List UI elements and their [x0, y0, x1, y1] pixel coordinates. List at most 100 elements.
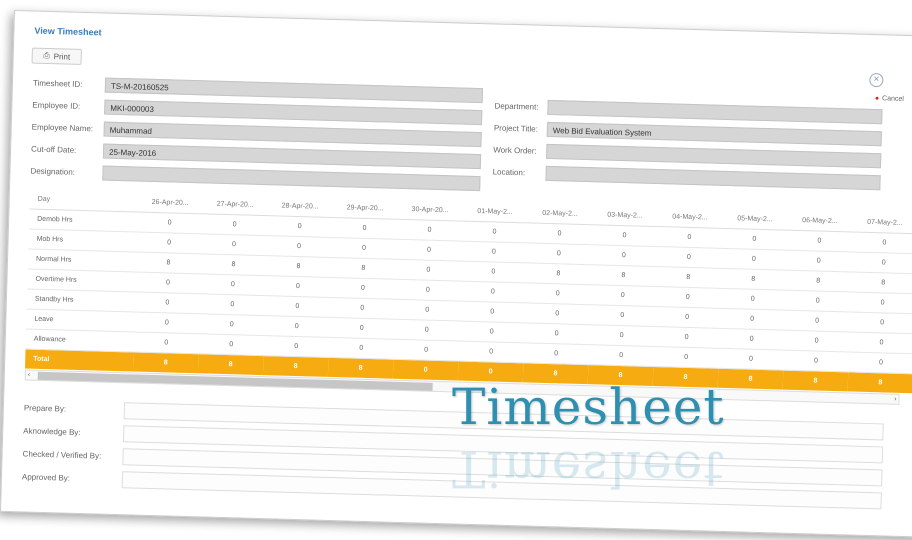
- hours-cell[interactable]: 0: [136, 212, 203, 234]
- hours-cell[interactable]: 0: [396, 219, 463, 242]
- hours-cell[interactable]: 8: [132, 351, 199, 374]
- hours-cell[interactable]: 0: [199, 313, 265, 336]
- hours-cell[interactable]: 8: [655, 266, 722, 289]
- hours-cell[interactable]: 0: [136, 232, 202, 254]
- hours-cell[interactable]: 8: [330, 257, 397, 280]
- hours-cell[interactable]: 0: [328, 337, 394, 360]
- hours-cell[interactable]: 0: [849, 291, 912, 314]
- designation-field[interactable]: [102, 165, 481, 192]
- hours-cell[interactable]: 0: [719, 308, 785, 331]
- hours-cell[interactable]: 0: [721, 228, 788, 251]
- hours-cell[interactable]: 0: [851, 231, 912, 254]
- hours-cell[interactable]: 0: [459, 301, 526, 323]
- hours-cell[interactable]: 0: [526, 242, 592, 265]
- close-icon[interactable]: ×: [869, 72, 884, 88]
- hours-cell[interactable]: 0: [523, 322, 590, 345]
- department-field[interactable]: [547, 99, 883, 125]
- hours-cell[interactable]: 8: [135, 252, 202, 274]
- hours-cell[interactable]: 8: [265, 255, 332, 278]
- work-order-field[interactable]: [546, 143, 882, 169]
- hours-cell[interactable]: 0: [393, 339, 459, 362]
- hours-cell[interactable]: 0: [653, 346, 719, 369]
- hours-cell[interactable]: 0: [526, 222, 593, 245]
- employee-name-field[interactable]: Muhammad: [103, 121, 482, 148]
- hours-cell[interactable]: 0: [201, 213, 268, 236]
- hours-cell[interactable]: 0: [393, 319, 460, 342]
- hours-cell[interactable]: 0: [395, 279, 461, 302]
- employee-id-field[interactable]: MKI-000003: [104, 99, 483, 126]
- hours-cell[interactable]: 0: [134, 291, 201, 314]
- hours-cell[interactable]: 0: [133, 331, 200, 354]
- hours-cell[interactable]: 0: [849, 311, 912, 334]
- print-button[interactable]: ⎙ Print: [31, 47, 82, 65]
- hours-cell[interactable]: 8: [720, 268, 787, 291]
- hours-cell[interactable]: 0: [200, 273, 266, 296]
- hours-cell[interactable]: 0: [851, 251, 912, 274]
- hours-cell[interactable]: 0: [786, 230, 853, 252]
- hours-cell[interactable]: 8: [847, 371, 912, 394]
- hours-cell[interactable]: 0: [394, 299, 461, 322]
- hours-cell[interactable]: 0: [786, 250, 852, 272]
- hours-cell[interactable]: 0: [588, 344, 654, 367]
- hours-cell[interactable]: 0: [331, 217, 398, 240]
- hours-cell[interactable]: 0: [201, 233, 267, 256]
- project-title-field[interactable]: Web Bid Evaluation System: [546, 121, 882, 147]
- cutoff-date-field[interactable]: 25-May-2016: [102, 143, 482, 170]
- hours-cell[interactable]: 0: [460, 281, 526, 303]
- hours-cell[interactable]: 0: [134, 311, 200, 334]
- hours-cell[interactable]: 8: [262, 355, 329, 377]
- hours-cell[interactable]: 0: [458, 321, 525, 343]
- hours-cell[interactable]: 0: [265, 275, 331, 298]
- hours-cell[interactable]: 8: [525, 262, 592, 285]
- hours-cell[interactable]: 0: [266, 215, 333, 238]
- hours-cell[interactable]: 8: [785, 270, 852, 292]
- hours-cell[interactable]: 8: [850, 271, 912, 294]
- hours-cell[interactable]: 0: [395, 259, 462, 282]
- hours-cell[interactable]: 0: [721, 248, 787, 271]
- location-field[interactable]: [545, 165, 881, 191]
- hours-cell[interactable]: 0: [848, 351, 912, 374]
- hours-cell[interactable]: 0: [588, 324, 655, 347]
- hours-cell[interactable]: 0: [848, 331, 912, 354]
- hours-cell[interactable]: 0: [719, 288, 786, 311]
- hours-cell[interactable]: 8: [327, 357, 394, 379]
- hours-cell[interactable]: 0: [199, 293, 266, 316]
- hours-cell[interactable]: 8: [590, 264, 657, 287]
- cancel-button[interactable]: ● Cancel: [875, 95, 904, 103]
- hours-cell[interactable]: 0: [656, 226, 723, 249]
- hours-cell[interactable]: 0: [135, 272, 201, 294]
- hours-cell[interactable]: 0: [523, 342, 589, 365]
- hours-cell[interactable]: 0: [264, 315, 330, 338]
- hours-cell[interactable]: 0: [460, 261, 527, 283]
- hours-cell[interactable]: 0: [328, 317, 395, 340]
- hours-cell[interactable]: 0: [718, 328, 785, 351]
- hours-cell[interactable]: 0: [198, 333, 265, 356]
- hours-cell[interactable]: 0: [524, 302, 590, 325]
- hours-cell[interactable]: 0: [783, 350, 849, 372]
- hours-cell[interactable]: 0: [718, 348, 784, 371]
- scroll-left-icon[interactable]: ‹: [28, 371, 31, 380]
- hours-cell[interactable]: 0: [392, 359, 459, 381]
- hours-cell[interactable]: 0: [589, 304, 655, 327]
- hours-cell[interactable]: 0: [458, 341, 524, 363]
- hours-cell[interactable]: 0: [461, 241, 527, 263]
- hours-cell[interactable]: 0: [331, 237, 397, 260]
- hours-cell[interactable]: 0: [654, 306, 720, 329]
- hours-cell[interactable]: 0: [783, 330, 850, 352]
- hours-cell[interactable]: 0: [653, 326, 720, 349]
- hours-cell[interactable]: 0: [263, 335, 329, 358]
- hours-cell[interactable]: 0: [784, 290, 851, 312]
- hours-cell[interactable]: 0: [396, 239, 462, 262]
- hours-cell[interactable]: 0: [589, 284, 656, 307]
- hours-cell[interactable]: 0: [525, 282, 591, 305]
- hours-cell[interactable]: 8: [717, 368, 784, 390]
- hours-cell[interactable]: 0: [266, 235, 332, 258]
- hours-cell[interactable]: 0: [329, 297, 396, 320]
- hours-cell[interactable]: 0: [461, 221, 528, 243]
- hours-cell[interactable]: 0: [264, 295, 331, 318]
- timesheet-id-field[interactable]: TS-M-20160525: [104, 77, 484, 104]
- hours-cell[interactable]: 8: [197, 353, 264, 376]
- hours-cell[interactable]: 8: [200, 253, 267, 276]
- hours-cell[interactable]: 0: [591, 244, 657, 267]
- hours-cell[interactable]: 0: [654, 286, 721, 309]
